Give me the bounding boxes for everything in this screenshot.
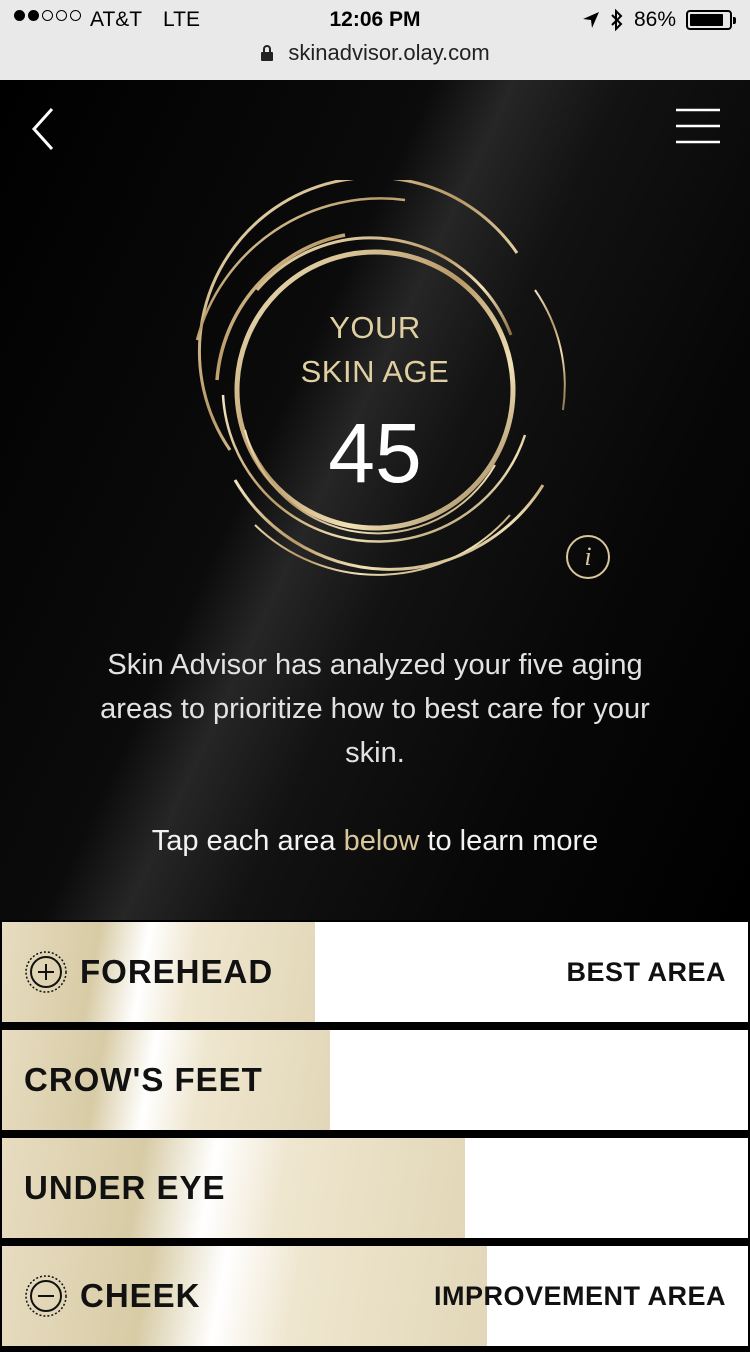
battery-icon (686, 10, 736, 30)
bluetooth-icon (611, 9, 623, 31)
hamburger-menu-icon[interactable] (676, 108, 720, 144)
area-row-crows-feet[interactable]: CROW'S FEET (0, 1028, 750, 1132)
location-arrow-icon (582, 12, 599, 28)
tap-hint-after: to learn more (419, 825, 599, 857)
skin-age-label-line2: SKIN AGE (300, 354, 450, 389)
area-row-forehead[interactable]: FOREHEAD BEST AREA (0, 920, 750, 1024)
tap-hint-highlight: below (343, 825, 420, 857)
skin-age-rings (195, 180, 566, 576)
status-bar: AT&T LTE 12:06 PM 86% skinadvisor.olay.c… (0, 0, 750, 80)
aging-areas-list: FOREHEAD BEST AREA CROW'S FEET UNDER EYE… (0, 920, 750, 1352)
back-chevron-icon[interactable] (30, 106, 56, 152)
url-text: skinadvisor.olay.com (288, 40, 490, 65)
area-name: FOREHEAD (80, 953, 274, 990)
address-bar[interactable]: skinadvisor.olay.com (0, 40, 750, 66)
skin-age-value: 45 (328, 406, 422, 500)
analysis-description: Skin Advisor has analyzed your five agin… (100, 649, 650, 769)
area-row-under-eye[interactable]: UNDER EYE (0, 1136, 750, 1240)
area-row-cheek[interactable]: CHEEK IMPROVEMENT AREA (0, 1244, 750, 1348)
area-tag: IMPROVEMENT AREA (433, 1280, 726, 1311)
minus-circle-icon (25, 1275, 67, 1317)
plus-circle-icon (25, 951, 67, 993)
area-tag: BEST AREA (566, 956, 726, 987)
area-name: CHEEK (80, 1277, 201, 1314)
lock-icon (261, 45, 274, 61)
area-name: CROW'S FEET (24, 1061, 263, 1098)
area-name: UNDER EYE (24, 1169, 226, 1206)
battery-percent: 86% (633, 8, 676, 31)
skin-age-hero: YOUR SKIN AGE 45 i Skin Advisor has anal… (0, 80, 750, 920)
tap-hint: Tap each area below to learn more (0, 825, 750, 858)
skin-age-label-line1: YOUR (329, 310, 421, 345)
tap-hint-before: Tap each area (151, 825, 344, 857)
info-icon[interactable]: i (566, 535, 610, 579)
